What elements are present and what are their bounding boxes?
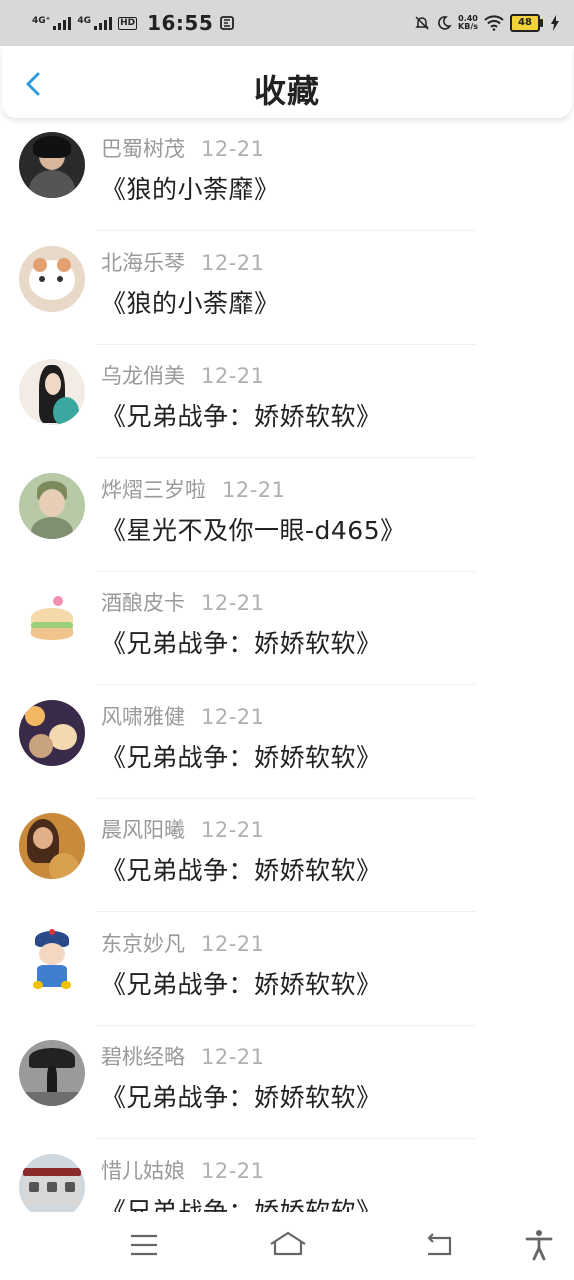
page-title: 收藏 — [253, 72, 320, 110]
username: 乌龙俏美 — [101, 364, 185, 388]
item-meta: 烨熠三岁啦 12-21 — [101, 474, 286, 504]
list-item[interactable]: 风啸雅健 12-21 《兄弟战争：娇娇软软》 — [0, 686, 574, 800]
accessibility-button[interactable] — [522, 1228, 556, 1262]
item-meta: 东京妙凡 12-21 — [101, 928, 265, 958]
net-speed-unit: KB/s — [458, 22, 478, 31]
wifi-icon — [484, 15, 504, 31]
date: 12-21 — [201, 931, 265, 956]
book-title[interactable]: 《星光不及你一眼-d465》 — [101, 511, 406, 547]
list-item[interactable]: 北海乐琴 12-21 《狼的小荼靡》 — [0, 232, 574, 346]
avatar[interactable] — [19, 699, 85, 766]
mute-icon — [415, 16, 429, 30]
list-item[interactable]: 惜儿姑娘 12-21 《兄弟战争：娇娇软软》 — [0, 1140, 574, 1213]
screen: 4G⁺ 4G HD 16:55 0.40 KB/s 48 收藏 巴蜀树茂 12-… — [0, 0, 574, 1280]
signal-icon: 4G⁺ — [32, 16, 72, 30]
date: 12-21 — [201, 1045, 265, 1069]
item-meta: 乌龙俏美 12-21 — [101, 360, 265, 390]
charging-icon — [551, 15, 559, 31]
date: 12-21 — [201, 591, 265, 615]
item-meta: 酒酿皮卡 12-21 — [101, 587, 265, 617]
book-title[interactable]: 《狼的小荼靡》 — [101, 284, 280, 320]
avatar[interactable] — [19, 926, 85, 993]
date: 12-21 — [222, 477, 286, 502]
item-meta: 巴蜀树茂 12-21 — [101, 133, 265, 163]
book-title[interactable]: 《兄弟战争：娇娇软软》 — [101, 738, 382, 774]
book-title[interactable]: 《兄弟战争：娇娇软软》 — [101, 1192, 382, 1213]
list-item[interactable]: 碧桃经略 12-21 《兄弟战争：娇娇软软》 — [0, 1026, 574, 1140]
list-item[interactable]: 东京妙凡 12-21 《兄弟战争：娇娇软软》 — [0, 913, 574, 1027]
header: 收藏 — [2, 46, 572, 118]
username: 酒酿皮卡 — [101, 591, 185, 615]
book-title[interactable]: 《兄弟战争：娇娇软软》 — [101, 624, 382, 660]
back-icon — [427, 1233, 452, 1256]
avatar[interactable] — [19, 359, 85, 425]
book-title[interactable]: 《兄弟战争：娇娇软软》 — [101, 397, 382, 433]
avatar[interactable] — [19, 472, 85, 539]
date: 12-21 — [201, 818, 265, 842]
sim1-label: 4G⁺ — [32, 16, 51, 26]
item-meta: 惜儿姑娘 12-21 — [101, 1155, 265, 1185]
avatar[interactable] — [19, 586, 85, 652]
back-nav-button[interactable] — [422, 1228, 456, 1262]
book-title[interactable]: 《兄弟战争：娇娇软软》 — [101, 965, 382, 1001]
list-item[interactable]: 酒酿皮卡 12-21 《兄弟战争：娇娇软软》 — [0, 572, 574, 686]
avatar[interactable] — [19, 1040, 85, 1106]
signal-icon: 4G — [77, 16, 113, 30]
moon-icon — [438, 16, 452, 30]
item-meta: 风啸雅健 12-21 — [101, 701, 265, 731]
list-item[interactable]: 晨风阳曦 12-21 《兄弟战争：娇娇软软》 — [0, 799, 574, 913]
home-icon — [270, 1231, 306, 1256]
menu-icon — [131, 1234, 157, 1256]
favorites-list: 巴蜀树茂 12-21 《狼的小荼靡》 北海乐琴 12-21 《狼的小荼靡》 乌龙… — [0, 118, 574, 1212]
item-meta: 碧桃经略 12-21 — [101, 1041, 265, 1071]
item-meta: 北海乐琴 12-21 — [101, 247, 265, 277]
battery-icon: 48 — [510, 14, 543, 32]
status-bar: 4G⁺ 4G HD 16:55 0.40 KB/s 48 — [0, 0, 574, 46]
date: 12-21 — [201, 364, 265, 388]
username: 东京妙凡 — [101, 931, 185, 956]
status-bar-right: 0.40 KB/s 48 — [414, 14, 560, 32]
date: 12-21 — [201, 704, 265, 729]
username: 北海乐琴 — [101, 250, 185, 275]
book-title[interactable]: 《兄弟战争：娇娇软软》 — [101, 851, 382, 887]
username: 晨风阳曦 — [101, 818, 185, 842]
avatar[interactable] — [19, 245, 85, 312]
status-bar-left: 4G⁺ 4G HD 16:55 — [32, 11, 235, 35]
avatar[interactable] — [19, 813, 85, 879]
book-title[interactable]: 《兄弟战争：娇娇软软》 — [101, 1078, 382, 1114]
list-item[interactable]: 乌龙俏美 12-21 《兄弟战争：娇娇软软》 — [0, 345, 574, 459]
accessibility-icon — [525, 1230, 553, 1261]
avatar[interactable] — [19, 132, 85, 198]
list-item[interactable]: 烨熠三岁啦 12-21 《星光不及你一眼-d465》 — [0, 459, 574, 573]
book-title[interactable]: 《狼的小荼靡》 — [101, 170, 280, 206]
date: 12-21 — [201, 137, 265, 161]
date: 12-21 — [201, 250, 265, 275]
net-speed: 0.40 KB/s — [458, 15, 478, 31]
notification-icon — [220, 16, 235, 30]
username: 碧桃经略 — [101, 1045, 185, 1069]
system-nav-bar — [0, 1212, 574, 1280]
item-meta: 晨风阳曦 12-21 — [101, 814, 265, 844]
sim2-label: 4G — [77, 16, 92, 26]
hd-icon: HD — [118, 16, 138, 30]
username: 烨熠三岁啦 — [101, 477, 206, 502]
username: 风啸雅健 — [101, 704, 185, 729]
username: 惜儿姑娘 — [101, 1158, 185, 1183]
avatar[interactable] — [19, 1153, 85, 1212]
date: 12-21 — [201, 1158, 265, 1183]
list-item[interactable]: 巴蜀树茂 12-21 《狼的小荼靡》 — [0, 118, 574, 232]
status-time: 16:55 — [147, 11, 214, 35]
home-button[interactable] — [269, 1228, 307, 1262]
username: 巴蜀树茂 — [101, 137, 185, 161]
menu-button[interactable] — [127, 1228, 161, 1262]
